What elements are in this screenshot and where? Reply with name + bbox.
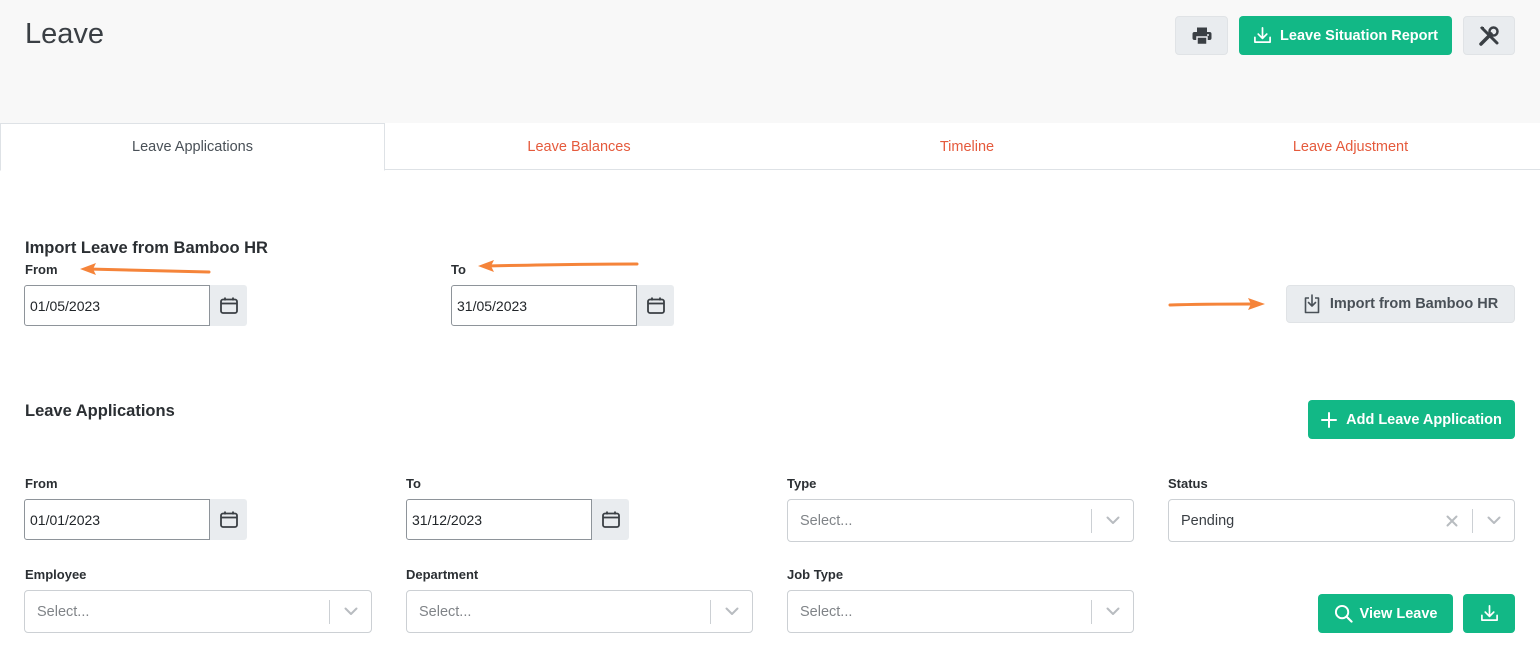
leave-situation-report-button[interactable]: Leave Situation Report [1239,16,1452,55]
to-date-group [406,499,629,540]
import-to-label: To [451,262,466,277]
settings-button[interactable] [1463,16,1515,55]
from-calendar-button[interactable] [210,499,247,540]
import-section-title: Import Leave from Bamboo HR [25,239,268,257]
employee-select-placeholder: Select... [37,603,90,620]
tab-leave-applications[interactable]: Leave Applications [0,123,385,171]
status-label: Status [1168,476,1208,491]
import-from-date-input[interactable] [24,285,210,326]
view-leave-button[interactable]: View Leave [1318,594,1453,633]
search-icon [1334,604,1353,623]
department-select-placeholder: Select... [419,603,472,620]
from-date-input[interactable] [24,499,210,540]
from-label: From [25,476,58,491]
add-leave-application-button[interactable]: Add Leave Application [1308,400,1515,439]
department-label: Department [406,567,479,582]
clear-icon[interactable] [1432,515,1472,527]
calendar-icon [601,511,620,528]
department-select[interactable]: Select... [406,590,753,633]
tab-timeline[interactable]: Timeline [773,123,1161,170]
page-title: Leave [25,18,105,50]
type-label: Type [787,476,817,491]
type-select-placeholder: Select... [800,512,853,529]
employee-select[interactable]: Select... [24,590,372,633]
view-leave-label: View Leave [1359,605,1438,622]
import-to-date-input[interactable] [451,285,637,326]
tab-leave-adjustment[interactable]: Leave Adjustment [1161,123,1540,170]
status-select-value: Pending [1181,512,1235,529]
chevron-down-icon[interactable] [1092,516,1133,525]
import-bamboo-hr-button[interactable]: Import from Bamboo HR [1286,285,1515,323]
download-icon [1254,27,1271,44]
annotation-arrow-left [80,263,211,275]
import-from-label: From [25,262,58,277]
chevron-down-icon[interactable] [711,607,752,616]
tab-bar: Leave Applications Leave Balances Timeli… [0,123,1540,171]
page-header: Leave Leave Situation Report [0,0,1540,123]
tools-icon [1479,25,1499,46]
add-button-label: Add Leave Application [1346,411,1502,428]
status-select[interactable]: Pending [1168,499,1515,542]
calendar-icon [219,511,238,528]
to-calendar-button[interactable] [592,499,629,540]
chevron-down-icon[interactable] [1473,516,1514,525]
report-button-label: Leave Situation Report [1280,27,1438,44]
download-button[interactable] [1463,594,1515,633]
employee-label: Employee [25,567,87,582]
tab-leave-balances[interactable]: Leave Balances [385,123,773,170]
type-select[interactable]: Select... [787,499,1134,542]
to-label: To [406,476,421,491]
annotation-arrow-right [1168,298,1265,310]
applications-section-title: Leave Applications [25,402,175,420]
chevron-down-icon[interactable] [330,607,371,616]
job-type-label: Job Type [787,567,844,582]
plus-icon [1321,411,1338,428]
annotation-arrow-left [478,260,639,272]
calendar-icon [219,297,238,314]
import-from-calendar-button[interactable] [210,285,247,326]
printer-icon [1192,27,1211,45]
to-date-input[interactable] [406,499,592,540]
chevron-down-icon[interactable] [1092,607,1133,616]
import-from-date-group [24,285,247,326]
job-type-select[interactable]: Select... [787,590,1134,633]
import-to-date-group [451,285,674,326]
job-type-select-placeholder: Select... [800,603,853,620]
print-button[interactable] [1175,16,1228,55]
import-icon [1304,294,1320,314]
download-icon [1480,605,1498,622]
calendar-icon [646,297,665,314]
import-button-label: Import from Bamboo HR [1329,296,1499,312]
import-to-calendar-button[interactable] [637,285,674,326]
from-date-group [24,499,247,540]
